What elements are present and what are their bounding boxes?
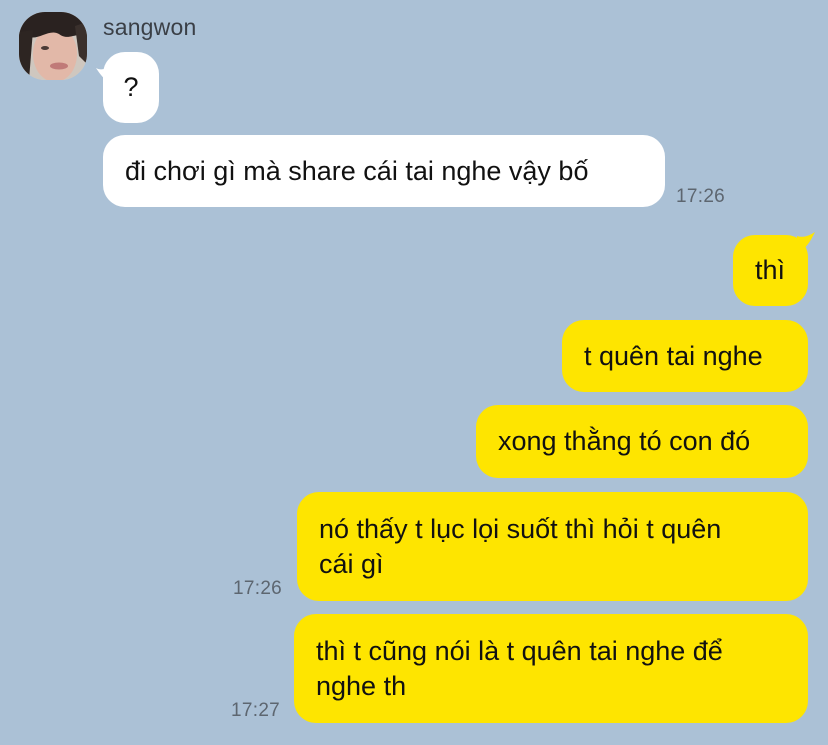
message-bubble-outgoing[interactable]: t quên tai nghe — [562, 320, 808, 392]
message-text: nó thấy t lục lọi suốt thì hỏi t quên cá… — [319, 514, 722, 579]
message-text: đi chơi gì mà share cái tai nghe vậy bố — [125, 155, 589, 186]
chat-view: sangwon ? đi chơi gì mà share cái tai ng… — [0, 0, 828, 745]
sender-name: sangwon — [103, 14, 197, 40]
message-text: t quên tai nghe — [584, 340, 763, 371]
profile-photo — [19, 12, 87, 80]
message-text: ? — [123, 72, 139, 102]
message-timestamp: 17:27 — [231, 700, 281, 721]
message-text: xong thằng tó con đó — [498, 426, 751, 456]
message-text: thì — [755, 255, 786, 285]
message-bubble-outgoing[interactable]: nó thấy t lục lọi suốt thì hỏi t quên cá… — [297, 492, 808, 601]
message-bubble-outgoing[interactable]: thì t cũng nói là t quên tai nghe để ngh… — [294, 614, 808, 723]
message-text: thì t cũng nói là t quên tai nghe để ngh… — [316, 636, 723, 701]
message-bubble-incoming[interactable]: ? — [103, 52, 159, 123]
message-bubble-incoming[interactable]: đi chơi gì mà share cái tai nghe vậy bố — [103, 135, 665, 207]
message-timestamp: 17:26 — [233, 578, 283, 599]
message-timestamp: 17:26 — [676, 186, 726, 207]
message-bubble-outgoing[interactable]: thì — [733, 235, 808, 306]
avatar[interactable] — [19, 12, 87, 80]
message-bubble-outgoing[interactable]: xong thằng tó con đó — [476, 405, 808, 478]
